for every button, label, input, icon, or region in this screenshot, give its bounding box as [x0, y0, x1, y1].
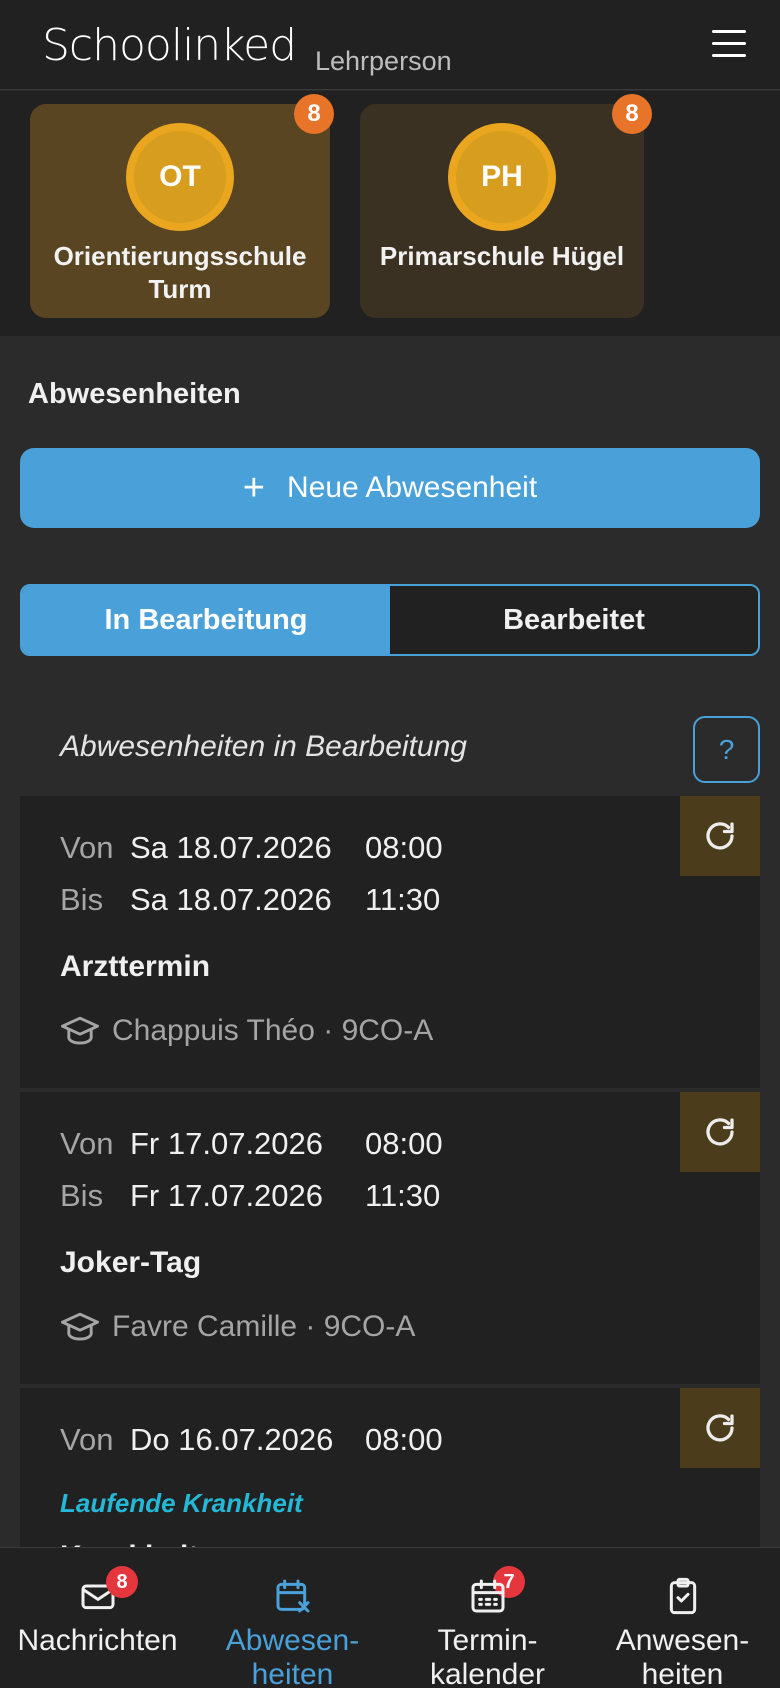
nav-label: Termin- kalender — [429, 1624, 546, 1688]
school-card-ph[interactable]: PH Primarschule Hügel 8 — [360, 94, 652, 318]
section-title: Abwesenheiten — [28, 378, 241, 410]
graduation-cap-icon — [60, 1016, 100, 1045]
absence-card[interactable]: Von Sa 18.07.2026 08:00 Bis Sa 18.07.202… — [20, 796, 760, 1088]
school-badge: 8 — [294, 94, 334, 134]
tab-bearbeitet[interactable]: Bearbeitet — [390, 586, 758, 654]
nav-label: Nachrichten — [17, 1624, 178, 1657]
nav-badge: 8 — [106, 1566, 138, 1598]
from-row: Von Fr 17.07.2026 08:00 — [60, 1126, 443, 1161]
new-absence-button[interactable]: + Neue Abwesenheit — [20, 448, 760, 528]
nav-nachrichten[interactable]: 8 Nachrichten — [0, 1548, 195, 1688]
status-segmented-control: In Bearbeitung Bearbeitet — [20, 584, 760, 656]
school-badge: 8 — [612, 94, 652, 134]
clipboard-check-icon — [669, 1577, 696, 1615]
school-name: Orientierungsschule Turm — [53, 241, 307, 304]
calendar-grid-icon — [471, 1579, 504, 1613]
app-header: Schoolinked Lehrperson — [0, 0, 780, 90]
to-row: Bis Fr 17.07.2026 11:30 — [60, 1178, 441, 1213]
school-avatar: OT — [126, 123, 234, 231]
to-row: Bis Sa 18.07.2026 11:30 — [60, 882, 441, 917]
student-info: Favre Camille · 9CO-A — [60, 1310, 415, 1344]
plus-icon: + — [242, 466, 265, 509]
graduation-cap-icon — [60, 1312, 100, 1341]
from-row: Von Do 16.07.2026 08:00 — [60, 1422, 443, 1457]
nav-abwesenheiten[interactable]: 7 Abwesen- heiten — [195, 1548, 525, 1688]
user-role: Lehrperson — [315, 46, 452, 76]
school-name: Primarschule Hügel — [379, 241, 625, 271]
refresh-icon[interactable] — [680, 1092, 760, 1172]
bottom-navigation: 8 Nachrichten 7 Abwesen- heiten Termin- … — [0, 1547, 780, 1688]
school-switcher: OT Orientierungsschule Turm 8 PH Primars… — [0, 91, 780, 336]
nav-terminkalender[interactable]: Termin- kalender — [390, 1548, 585, 1688]
calendar-x-icon — [276, 1579, 309, 1613]
from-row: Von Sa 18.07.2026 08:00 — [60, 830, 443, 865]
nav-label: Abwesen- heiten — [225, 1624, 360, 1688]
refresh-icon[interactable] — [680, 796, 760, 876]
list-title: Abwesenheiten in Bearbeitung — [60, 730, 467, 763]
help-button[interactable]: ? — [693, 716, 760, 783]
school-avatar: PH — [448, 123, 556, 231]
absence-reason: Arzttermin — [60, 950, 211, 983]
school-card-ot[interactable]: OT Orientierungsschule Turm 8 — [30, 94, 334, 318]
tab-in-bearbeitung[interactable]: In Bearbeitung — [22, 586, 390, 654]
new-absence-label: Neue Abwesenheit — [287, 471, 538, 504]
logo: Schoolinked — [42, 20, 297, 71]
absence-reason: Joker-Tag — [60, 1246, 202, 1279]
absence-card[interactable]: Von Do 16.07.2026 08:00 Laufende Krankhe… — [20, 1388, 760, 1573]
student-info: Chappuis Théo · 9CO-A — [60, 1014, 433, 1048]
refresh-icon[interactable] — [680, 1388, 760, 1468]
hamburger-menu-icon[interactable] — [712, 30, 746, 60]
nav-anwesenheiten[interactable]: Anwesen- heiten — [585, 1548, 780, 1688]
absence-card[interactable]: Von Fr 17.07.2026 08:00 Bis Fr 17.07.202… — [20, 1092, 760, 1384]
nav-label: Anwesen- heiten — [615, 1624, 750, 1688]
running-illness-label: Laufende Krankheit — [60, 1488, 303, 1518]
